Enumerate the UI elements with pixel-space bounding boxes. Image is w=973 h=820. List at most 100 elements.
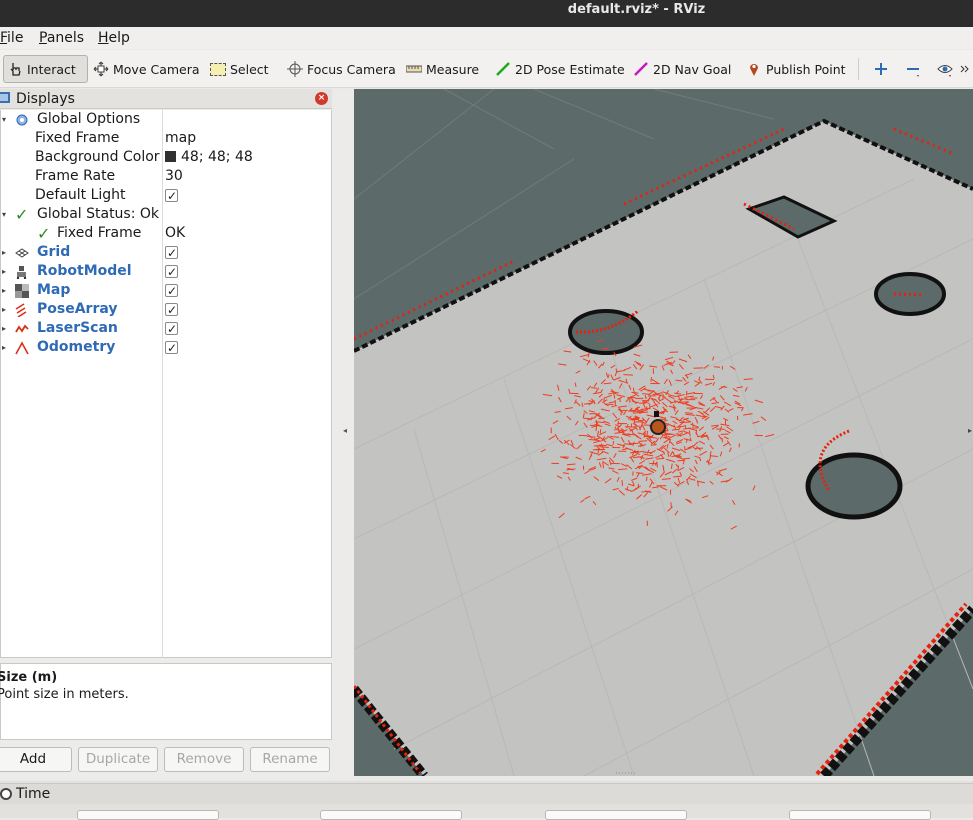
laserscan-enabled-checkbox[interactable] <box>165 322 178 335</box>
interact-tool-button[interactable]: Interact <box>3 55 88 83</box>
color-swatch <box>165 151 176 162</box>
default-light-checkbox[interactable] <box>165 189 178 202</box>
property-description: Size (m) Point size in meters. <box>0 663 332 740</box>
global-options-label: Global Options <box>37 110 140 129</box>
pose-estimate-tool-button[interactable]: 2D Pose Estimate <box>492 55 628 83</box>
cylinder-obstacle-3 <box>808 455 900 517</box>
window-title: default.rviz* - RViz <box>0 0 973 20</box>
render-viewport[interactable] <box>354 89 973 776</box>
tree-row-default-light[interactable]: Default Light <box>1 186 331 205</box>
chevron-right-icon <box>957 61 973 77</box>
status-ok-icon: ✓ <box>37 224 50 243</box>
menu-file-mnemonic: F <box>0 30 7 46</box>
display-row-posearray[interactable]: ▸ PoseArray <box>1 300 331 319</box>
move-camera-tool-button[interactable]: Move Camera <box>90 55 203 83</box>
nav-goal-tool-button[interactable]: 2D Nav Goal <box>630 55 734 83</box>
default-light-label: Default Light <box>35 186 126 205</box>
map-enabled-checkbox[interactable] <box>165 284 178 297</box>
particle-arrow <box>639 441 647 442</box>
measure-tool-button[interactable]: Measure <box>403 55 482 83</box>
menu-help-mnemonic: H <box>98 30 109 46</box>
tree-row-background-color[interactable]: Background Color 48; 48; 48 <box>1 148 331 167</box>
duplicate-button[interactable]: Duplicate <box>78 747 158 772</box>
focus-camera-label: Focus Camera <box>307 62 396 77</box>
menu-panels-label: anels <box>47 30 84 46</box>
particle-arrow <box>596 426 597 431</box>
fixed-frame-value[interactable]: map <box>165 129 196 148</box>
ros-elapsed-field[interactable] <box>320 810 462 820</box>
magenta-arrow-icon <box>633 61 649 77</box>
hand-pointer-icon <box>7 61 23 77</box>
tree-row-global-options[interactable]: ▾ Global Options <box>1 110 331 129</box>
menu-panels[interactable]: Panels <box>39 29 84 47</box>
display-row-map[interactable]: ▸ Map <box>1 281 331 300</box>
tree-row-status-fixed-frame[interactable]: ✓ Fixed Frame OK <box>1 224 331 243</box>
tree-row-fixed-frame[interactable]: Fixed Frame map <box>1 129 331 148</box>
collapsed-arrow-icon[interactable]: ▸ <box>2 281 6 300</box>
display-name-robotmodel: RobotModel <box>37 262 132 281</box>
particle-arrow <box>590 425 597 426</box>
frame-rate-label: Frame Rate <box>35 167 115 186</box>
display-row-odometry[interactable]: ▸ Odometry <box>1 338 331 357</box>
displays-panel-header: Displays × <box>0 89 332 109</box>
collapsed-arrow-icon[interactable]: ▸ <box>2 319 6 338</box>
display-row-robotmodel[interactable]: ▸ RobotModel <box>1 262 331 281</box>
add-button[interactable]: Add <box>0 747 72 772</box>
plus-icon <box>873 61 889 77</box>
grid-enabled-checkbox[interactable] <box>165 246 178 259</box>
odometry-icon <box>15 341 29 355</box>
toolbar-separator <box>858 58 859 80</box>
collapse-right-arrow-icon[interactable]: ▸ <box>968 426 972 435</box>
collapsed-arrow-icon[interactable]: ▸ <box>2 300 6 319</box>
publish-point-label: Publish Point <box>766 62 846 77</box>
remove-button[interactable]: Remove <box>164 747 244 772</box>
publish-point-tool-button[interactable]: Publish Point <box>743 55 849 83</box>
particle-arrow <box>616 368 617 372</box>
status-ok-icon: ✓ <box>15 205 28 224</box>
collapsed-arrow-icon[interactable]: ▸ <box>2 243 6 262</box>
menu-file[interactable]: File <box>0 29 23 47</box>
tree-row-frame-rate[interactable]: Frame Rate 30 <box>1 167 331 186</box>
collapse-left-arrow-icon[interactable]: ◂ <box>343 426 347 435</box>
wall-elapsed-field[interactable] <box>789 810 931 820</box>
tree-row-global-status[interactable]: ▾ ✓ Global Status: Ok <box>1 205 331 224</box>
time-panel-title: Time <box>16 786 50 802</box>
posearray-enabled-checkbox[interactable] <box>165 303 178 316</box>
map-pin-icon <box>746 61 762 77</box>
toolbar: Interact Move Camera Select Focus Camera… <box>0 50 973 88</box>
robot-model <box>651 420 665 434</box>
expand-arrow-icon[interactable]: ▾ <box>2 205 6 224</box>
collapsed-arrow-icon[interactable]: ▸ <box>2 338 6 357</box>
background-color-value: 48; 48; 48 <box>181 149 253 165</box>
scene-canvas <box>354 89 973 776</box>
menu-help[interactable]: Help <box>98 29 130 47</box>
close-icon[interactable]: × <box>315 92 328 105</box>
panel-splitter[interactable]: ◂ <box>332 89 354 780</box>
toolbar-overflow-button[interactable] <box>954 55 973 83</box>
odometry-enabled-checkbox[interactable] <box>165 341 178 354</box>
ros-time-field[interactable] <box>77 810 219 820</box>
gear-icon <box>15 113 29 127</box>
focus-camera-icon <box>287 61 303 77</box>
time-panel-header: Time <box>0 783 973 804</box>
collapsed-arrow-icon[interactable]: ▸ <box>2 262 6 281</box>
wall-time-field[interactable] <box>545 810 687 820</box>
remove-tool-button[interactable] <box>902 55 924 83</box>
select-tool-button[interactable]: Select <box>207 55 272 83</box>
tool-properties-button[interactable] <box>934 55 956 83</box>
display-row-laserscan[interactable]: ▸ LaserScan <box>1 319 331 338</box>
window-titlebar: default.rviz* - RViz <box>0 0 973 27</box>
eye-icon <box>937 61 953 77</box>
background-color-field[interactable]: 48; 48; 48 <box>165 148 253 167</box>
particle-arrow <box>662 479 671 480</box>
particle-arrow <box>685 413 693 414</box>
expand-arrow-icon[interactable]: ▾ <box>2 110 6 129</box>
add-tool-button[interactable] <box>870 55 892 83</box>
display-row-grid[interactable]: ▸ Grid <box>1 243 331 262</box>
frame-rate-value[interactable]: 30 <box>165 167 183 186</box>
robotmodel-enabled-checkbox[interactable] <box>165 265 178 278</box>
focus-camera-tool-button[interactable]: Focus Camera <box>284 55 399 83</box>
particle-arrow <box>605 404 614 405</box>
rename-button[interactable]: Rename <box>250 747 330 772</box>
minus-icon <box>905 61 921 77</box>
